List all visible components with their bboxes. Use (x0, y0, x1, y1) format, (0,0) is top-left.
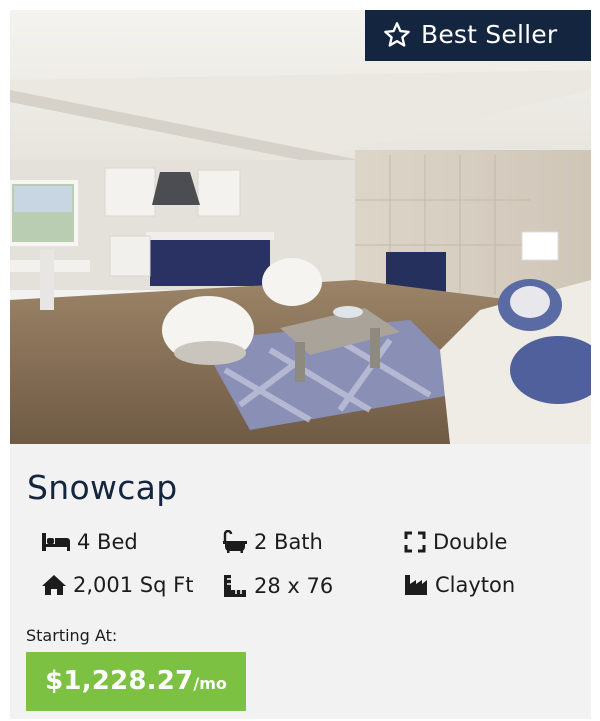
house-icon (42, 575, 66, 595)
spec-dimensions: 28 x 76 (222, 573, 333, 599)
spec-manufacturer: Clayton (403, 573, 515, 597)
bed-icon (42, 533, 70, 551)
spec-square-feet-text: 2,001 Sq Ft (73, 573, 194, 597)
spec-section-text: Double (433, 530, 508, 554)
spec-manufacturer-text: Clayton (435, 573, 516, 597)
starting-at-label: Starting At: (26, 626, 118, 645)
bath-icon (223, 530, 247, 553)
spec-square-feet: 2,001 Sq Ft (41, 573, 193, 597)
home-photo[interactable]: Best Seller (10, 10, 591, 444)
spec-section: Double (403, 530, 507, 554)
living-room-image (10, 10, 591, 444)
home-card[interactable]: Best Seller Snowcap 4 Bed 2 Bath Double … (10, 10, 591, 719)
star-outline-icon (384, 21, 410, 47)
home-title[interactable]: Snowcap (27, 468, 177, 507)
spec-bedrooms-text: 4 Bed (77, 530, 138, 554)
price-button[interactable]: $1,228.27 /mo (26, 652, 246, 711)
spec-dimensions-text: 28 x 76 (254, 574, 334, 598)
section-icon (404, 531, 426, 553)
best-seller-badge: Best Seller (365, 10, 591, 61)
factory-icon (405, 575, 427, 595)
spec-bathrooms-text: 2 Bath (254, 530, 323, 554)
price-amount: $1,228.27 (45, 666, 194, 696)
badge-label: Best Seller (421, 20, 558, 49)
ruler-icon (224, 575, 246, 597)
price-unit: /mo (193, 674, 227, 693)
spec-bathrooms: 2 Bath (222, 530, 323, 554)
spec-bedrooms: 4 Bed (41, 530, 138, 554)
